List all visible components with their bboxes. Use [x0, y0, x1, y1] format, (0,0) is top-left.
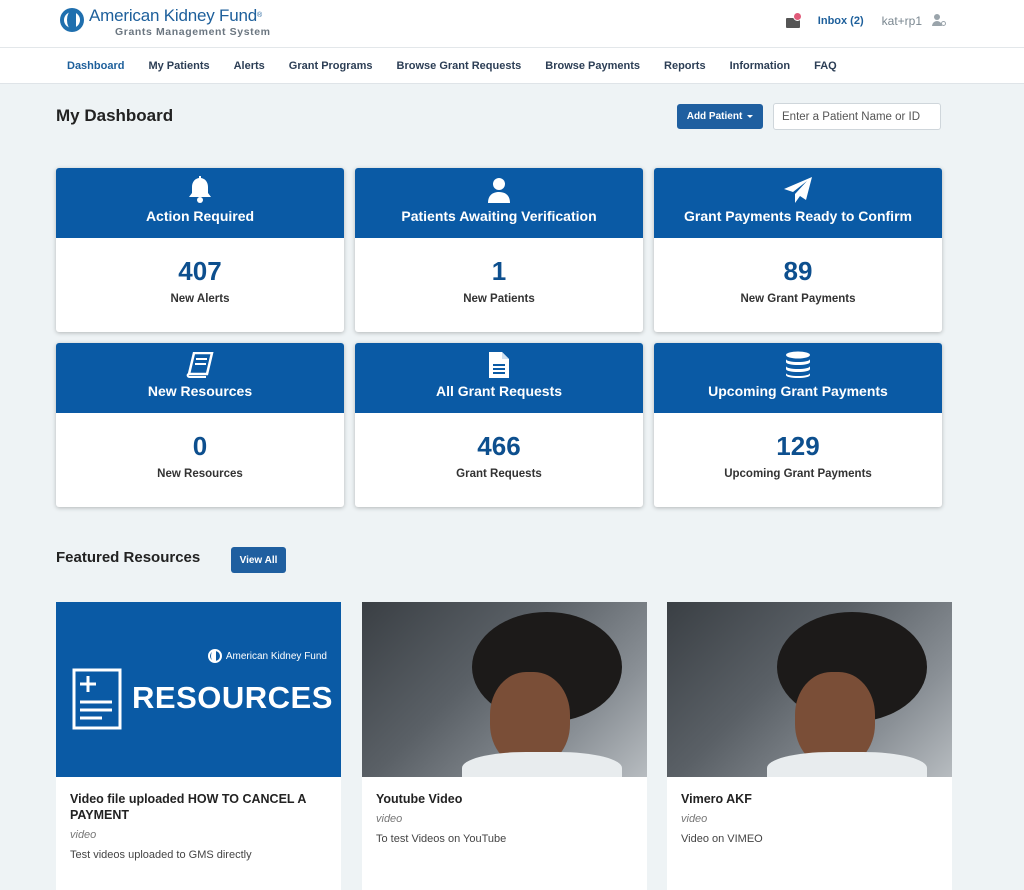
- card-label: Grant Payments Ready to Confirm: [684, 208, 912, 224]
- resource-type: video: [376, 813, 403, 825]
- nav-reports[interactable]: Reports: [652, 60, 718, 72]
- resource-type: video: [70, 829, 97, 841]
- card-sublabel: Grant Requests: [456, 468, 542, 480]
- resource-thumbnail: American Kidney Fund RESOURCES: [56, 602, 341, 777]
- resource-description: Test videos uploaded to GMS directly: [70, 849, 252, 861]
- paper-plane-icon: [654, 176, 942, 204]
- add-patient-label: Add Patient: [686, 111, 743, 122]
- top-header: American Kidney Fund® Grants Management …: [0, 0, 1024, 48]
- nav-faq[interactable]: FAQ: [802, 60, 849, 72]
- thumb-word: RESOURCES: [132, 680, 333, 715]
- user-icon: [355, 176, 643, 204]
- nav-dashboard[interactable]: Dashboard: [55, 60, 136, 72]
- card-new-resources[interactable]: New Resources 0 New Resources: [56, 343, 344, 507]
- akf-logo-mark-icon: [60, 8, 84, 32]
- card-sublabel: New Resources: [157, 468, 243, 480]
- patient-search-input[interactable]: [773, 103, 941, 130]
- document-icon: [72, 668, 122, 730]
- document-icon: [355, 351, 643, 379]
- card-label: Patients Awaiting Verification: [401, 208, 597, 224]
- resource-description: Video on VIMEO: [681, 833, 763, 845]
- card-sublabel: New Alerts: [170, 293, 230, 305]
- card-label: Action Required: [145, 208, 255, 224]
- logo-subtitle: Grants Management System: [115, 26, 271, 38]
- view-all-button[interactable]: View All: [231, 547, 286, 573]
- resource-card[interactable]: Vimero AKF video Video on VIMEO: [667, 602, 952, 890]
- resource-title[interactable]: Video file uploaded HOW TO CANCEL A PAYM…: [70, 791, 327, 823]
- card-sublabel: New Grant Payments: [740, 293, 856, 305]
- resource-title[interactable]: Youtube Video: [376, 791, 633, 807]
- main-nav: Dashboard My Patients Alerts Grant Progr…: [0, 48, 1024, 84]
- header-user-area: Inbox (2) kat+rp1: [785, 12, 946, 28]
- thumb-brand: American Kidney Fund: [225, 650, 327, 662]
- book-icon: [56, 351, 344, 379]
- resource-video-thumbnail: [667, 602, 952, 777]
- resource-description: To test Videos on YouTube: [376, 833, 507, 845]
- resource-type: video: [681, 813, 708, 825]
- akf-logo[interactable]: American Kidney Fund® Grants Management …: [60, 6, 271, 38]
- inbox-envelope-icon[interactable]: [785, 12, 802, 28]
- card-value: 407: [178, 256, 222, 286]
- card-value: 129: [776, 431, 820, 461]
- card-label: New Resources: [147, 383, 253, 399]
- resource-title[interactable]: Vimero AKF: [681, 791, 938, 807]
- page-title: My Dashboard: [56, 106, 174, 125]
- card-value: 466: [477, 431, 521, 461]
- nav-my-patients[interactable]: My Patients: [136, 60, 221, 72]
- card-value: 89: [783, 256, 813, 286]
- resource-card[interactable]: Youtube Video video To test Videos on Yo…: [362, 602, 647, 890]
- card-action-required[interactable]: Action Required 407 New Alerts: [56, 168, 344, 332]
- resource-card[interactable]: American Kidney Fund RESOURCES Video fil…: [56, 602, 341, 890]
- card-label: Upcoming Grant Payments: [708, 383, 888, 399]
- logo-name: American Kidney Fund: [89, 6, 257, 25]
- akf-logo-mark-icon: [207, 649, 222, 663]
- card-grant-payments-ready[interactable]: Grant Payments Ready to Confirm 89 New G…: [654, 168, 942, 332]
- featured-resources-title: Featured Resources: [56, 549, 201, 566]
- user-name[interactable]: kat+rp1: [882, 14, 922, 28]
- card-sublabel: Upcoming Grant Payments: [724, 468, 872, 480]
- chevron-down-icon: [747, 115, 754, 118]
- coins-icon: [654, 351, 942, 379]
- card-all-grant-requests[interactable]: All Grant Requests 466 Grant Requests: [355, 343, 643, 507]
- inbox-link[interactable]: Inbox (2): [818, 15, 864, 27]
- user-settings-icon[interactable]: [932, 14, 946, 28]
- card-upcoming-grant-payments[interactable]: Upcoming Grant Payments 129 Upcoming Gra…: [654, 343, 942, 507]
- card-value: 1: [491, 256, 507, 286]
- nav-grant-programs[interactable]: Grant Programs: [277, 60, 385, 72]
- resource-video-thumbnail: [362, 602, 647, 777]
- logo-registered: ®: [256, 12, 262, 19]
- add-patient-button[interactable]: Add Patient: [677, 104, 763, 129]
- card-label: All Grant Requests: [435, 383, 563, 399]
- card-sublabel: New Patients: [463, 293, 535, 305]
- nav-alerts[interactable]: Alerts: [222, 60, 277, 72]
- nav-browse-grant-requests[interactable]: Browse Grant Requests: [385, 60, 534, 72]
- nav-information[interactable]: Information: [718, 60, 803, 72]
- card-value: 0: [192, 431, 208, 461]
- card-patients-awaiting-verification[interactable]: Patients Awaiting Verification 1 New Pat…: [355, 168, 643, 332]
- nav-browse-payments[interactable]: Browse Payments: [533, 60, 652, 72]
- bell-icon: [56, 176, 344, 204]
